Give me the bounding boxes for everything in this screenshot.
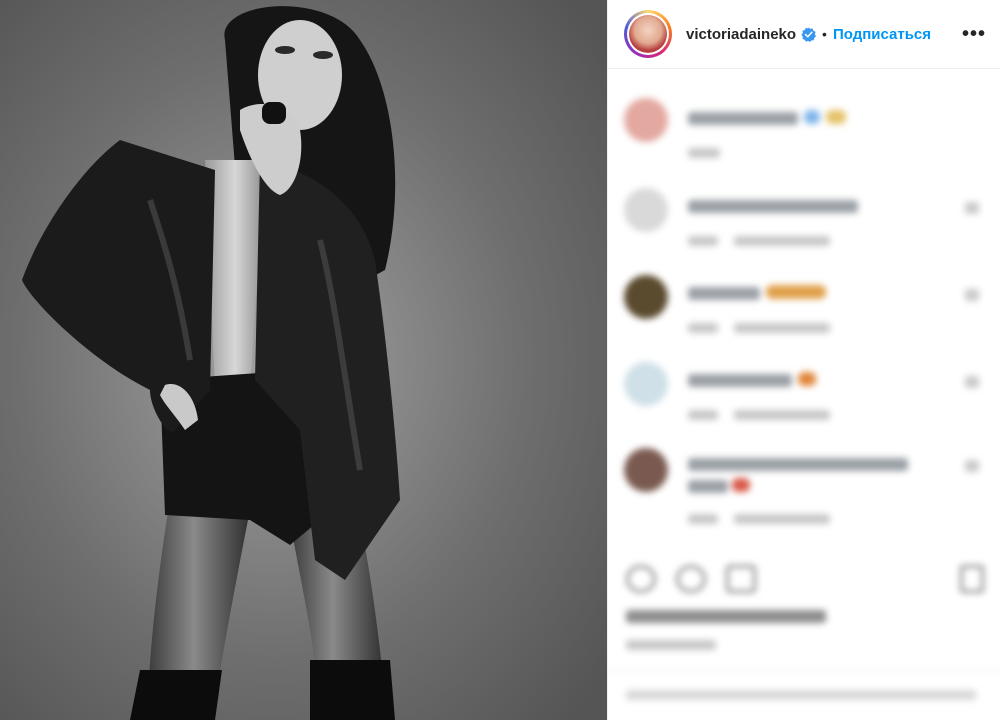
comment-text: [688, 287, 760, 300]
comment-item: [624, 275, 985, 345]
comment-reply: [734, 323, 830, 333]
photo-figure: [0, 0, 607, 720]
comment-text: [688, 112, 798, 125]
comment-avatar: [624, 362, 668, 406]
comment-meta: [688, 236, 718, 246]
verified-badge-icon: [801, 26, 817, 42]
add-comment-input[interactable]: [626, 690, 976, 700]
comment-text: [688, 374, 792, 387]
avatar-frame: [627, 13, 669, 55]
comment-item: [624, 188, 985, 258]
comment-emoji: [826, 110, 846, 124]
post-photo[interactable]: [0, 0, 607, 720]
comment-meta: [688, 410, 718, 420]
comment-like-icon[interactable]: [965, 289, 979, 301]
comment-meta: [688, 148, 720, 158]
avatar-image: [629, 15, 667, 53]
post-date: [626, 640, 716, 650]
comment-text: [688, 458, 908, 471]
avatar[interactable]: [624, 10, 672, 58]
comment-emoji: [804, 110, 820, 124]
heart-icon[interactable]: [626, 565, 656, 593]
comment-reply: [734, 514, 830, 524]
comment-avatar: [624, 275, 668, 319]
comments-section-blurred: [608, 70, 1000, 720]
follow-button[interactable]: Подписаться: [833, 26, 931, 43]
post-side-panel: victoriadaineko • Подписаться •••: [607, 0, 1000, 720]
divider: [608, 670, 1000, 671]
comment-avatar: [624, 188, 668, 232]
comment-icon[interactable]: [676, 565, 706, 593]
comment-text: [688, 200, 858, 213]
post-header: victoriadaineko • Подписаться •••: [608, 0, 1000, 69]
comment-avatar: [624, 98, 668, 142]
comment-meta: [688, 514, 718, 524]
share-icon[interactable]: [726, 565, 756, 593]
comment-text: [688, 480, 728, 493]
comment-avatar: [624, 448, 668, 492]
comment-like-icon[interactable]: [965, 460, 979, 472]
comment-item: [624, 362, 985, 432]
more-options-icon[interactable]: •••: [962, 23, 986, 46]
comment-like-icon[interactable]: [965, 202, 979, 214]
bookmark-icon[interactable]: [960, 565, 984, 593]
comment-emoji: [798, 372, 816, 386]
comment-reply: [734, 410, 830, 420]
comment-item: [624, 448, 985, 538]
username-link[interactable]: victoriadaineko: [686, 26, 796, 43]
separator-dot: •: [822, 26, 827, 42]
comment-meta: [688, 323, 718, 333]
comment-reply: [734, 236, 830, 246]
comment-like-icon[interactable]: [965, 376, 979, 388]
comment-item: [624, 98, 985, 168]
comment-emoji: [766, 285, 826, 299]
likes-text: [626, 610, 826, 623]
comment-emoji: [732, 478, 750, 492]
